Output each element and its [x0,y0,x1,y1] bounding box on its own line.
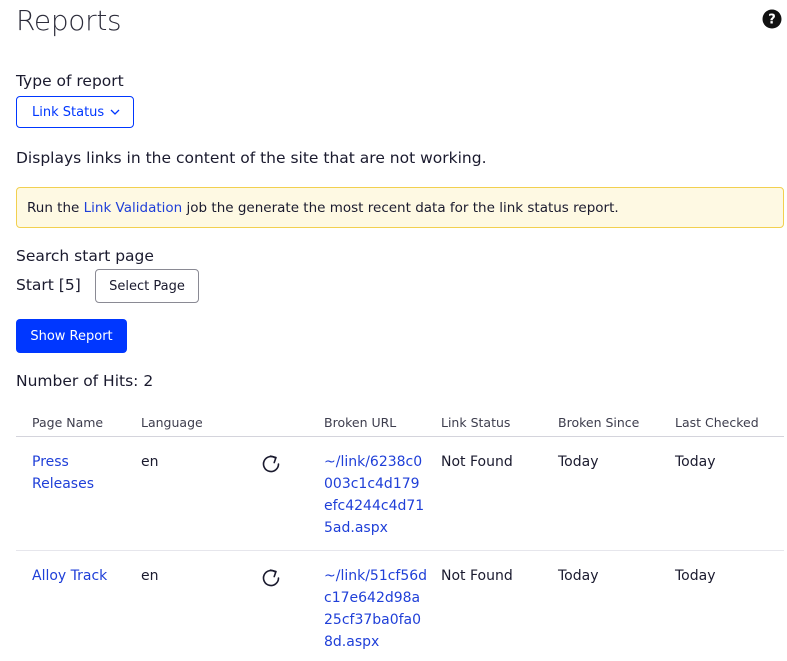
notice-suffix: job the generate the most recent data fo… [182,199,619,216]
page-name-link[interactable]: Alloy Track [32,565,107,587]
page-name-line: Releases [32,476,94,492]
report-type-label: Type of report [16,72,124,90]
column-header-broken-url[interactable]: Broken URL [324,415,396,430]
table-row: Alloy Track en ~/link/51cf56dc17e642d98a… [16,551,784,661]
page-name-link[interactable]: Press Releases [32,451,94,495]
language-cell: en [141,568,159,584]
broken-since-cell: Today [558,568,599,584]
broken-since-cell: Today [558,454,599,470]
search-start-label: Search start page [16,247,154,265]
report-type-selected: Link Status [32,104,105,120]
column-header-last-checked[interactable]: Last Checked [675,415,759,430]
last-checked-cell: Today [675,568,716,584]
question-circle-icon[interactable]: ? [762,9,782,29]
report-type-dropdown[interactable]: Link Status [16,96,134,128]
broken-url-link[interactable]: ~/link/6238c0003c1c4d179efc4244c4d715ad.… [324,451,428,539]
language-cell: en [141,454,159,470]
link-status-cell: Not Found [441,454,513,470]
report-table: Page Name Language Broken URL Link Statu… [16,408,784,661]
hits-count: Number of Hits: 2 [16,372,154,390]
refresh-icon[interactable] [259,566,283,590]
svg-text:?: ? [768,13,776,28]
show-report-button[interactable]: Show Report [16,319,127,353]
table-header: Page Name Language Broken URL Link Statu… [16,408,784,437]
last-checked-cell: Today [675,454,716,470]
page-title: Reports [16,4,122,37]
refresh-icon[interactable] [259,452,283,476]
report-description: Displays links in the content of the sit… [16,149,487,167]
table-row: Press Releases en ~/link/6238c0003c1c4d1… [16,437,784,551]
link-validation-link[interactable]: Link Validation [84,200,183,216]
notice-prefix: Run the [27,199,84,216]
page-name-line: Press [32,454,69,470]
chevron-down-icon [110,109,120,115]
start-page-value: Start [5] [16,276,81,294]
notice-banner: Run the Link Validation job the generate… [16,187,784,228]
select-page-button[interactable]: Select Page [95,269,199,303]
link-status-cell: Not Found [441,568,513,584]
column-header-page-name[interactable]: Page Name [32,415,103,430]
broken-url-link[interactable]: ~/link/51cf56dc17e642d98a25cf37ba0fa08d.… [324,565,428,653]
column-header-link-status[interactable]: Link Status [441,415,510,430]
column-header-language[interactable]: Language [141,415,203,430]
column-header-broken-since[interactable]: Broken Since [558,415,639,430]
